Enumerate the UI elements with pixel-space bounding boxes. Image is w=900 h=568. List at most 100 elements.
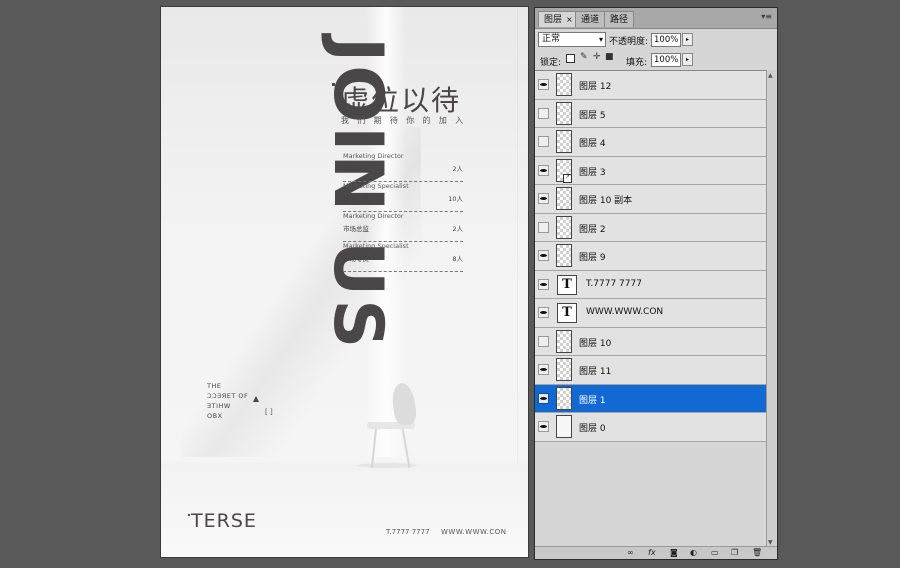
layer-row[interactable]: ↗ 图层 3 — [535, 156, 767, 185]
lock-position-icon[interactable]: ✛ — [593, 52, 601, 62]
mask-icon[interactable]: ◙ — [670, 548, 678, 557]
poster-title: 虚位以待 — [341, 84, 462, 117]
smart-object-icon: ↗ — [563, 173, 572, 183]
scroll-up-icon[interactable]: ▲ — [768, 72, 773, 79]
layer-name[interactable]: 图层 0 — [579, 421, 606, 434]
visibility-toggle[interactable] — [538, 193, 549, 204]
layer-row[interactable]: 图层 9 — [535, 242, 767, 271]
visibility-toggle[interactable] — [538, 364, 549, 375]
tab-channels[interactable]: 通道 — [575, 11, 606, 27]
job-count: 10人 — [448, 195, 463, 203]
side-caption-line: ƎTIHW — [207, 402, 231, 410]
layer-name[interactable]: 图层 2 — [579, 222, 606, 235]
fx-icon[interactable]: fx — [648, 548, 656, 557]
layer-name[interactable]: WWW.WWW.CON — [586, 307, 663, 317]
visibility-toggle[interactable] — [538, 307, 549, 318]
eye-icon — [540, 254, 547, 257]
job-item: Marketing Specialist 市场专员 10人 — [343, 182, 463, 212]
layer-row[interactable]: 图层 11 — [535, 356, 767, 385]
layer-name[interactable]: 图层 5 — [579, 108, 606, 121]
job-title-en: Marketing Specialist — [343, 182, 409, 190]
lock-pixels-icon[interactable]: ✎ — [580, 52, 588, 62]
layer-thumbnail — [556, 358, 572, 381]
layer-thumbnail — [556, 187, 572, 210]
job-count: 2人 — [452, 165, 463, 173]
visibility-toggle[interactable] — [538, 278, 549, 290]
new-layer-icon[interactable]: ❐ — [731, 548, 738, 557]
layer-list: 图层 12 图层 5 图层 4 ↗ 图层 3 图层 10 副本 图层 2 图层 … — [535, 70, 767, 549]
job-title-cn: 市场总监 — [343, 165, 369, 173]
job-item: Marketing Director 市场总监 2人 — [343, 152, 463, 182]
layer-name[interactable]: T.7777 7777 — [586, 279, 642, 289]
visibility-toggle[interactable] — [538, 221, 549, 233]
text-layer-icon: T — [557, 303, 577, 323]
layer-thumbnail — [556, 329, 572, 353]
eye-icon — [540, 368, 547, 371]
document-canvas[interactable]: JOIN US 虚位以待 我们期待你的加入 Marketing Director… — [160, 6, 529, 558]
layer-row[interactable]: 图层 0 — [535, 413, 767, 442]
layer-name[interactable]: 图层 10 — [579, 336, 611, 349]
visibility-toggle[interactable] — [538, 392, 549, 404]
tab-channels-label: 通道 — [581, 15, 600, 25]
job-item: Marketing Director 市场总监 2人 — [343, 212, 463, 242]
visibility-toggle[interactable] — [538, 335, 549, 347]
adjustment-icon[interactable]: ◐ — [690, 548, 697, 557]
opacity-field[interactable]: 100% — [651, 33, 681, 47]
layer-row[interactable]: 图层 10 副本 — [535, 185, 767, 214]
triangle-icon — [253, 396, 259, 402]
layer-row[interactable]: 图层 12 — [535, 71, 767, 100]
layer-name[interactable]: 图层 11 — [579, 364, 611, 377]
lock-transparency-icon[interactable] — [566, 54, 575, 63]
layer-row[interactable]: 图层 5 — [535, 99, 767, 128]
visibility-toggle[interactable] — [538, 421, 549, 432]
footer-phone: T.7777 7777 — [386, 528, 430, 536]
layer-row[interactable]: T T.7777 7777 — [535, 270, 767, 299]
blend-mode-select[interactable]: 正常 ▾ — [538, 32, 606, 47]
layer-name[interactable]: 图层 10 副本 — [579, 193, 632, 206]
footer-website: WWW.WWW.CON — [441, 528, 507, 536]
visibility-toggle[interactable] — [538, 107, 549, 119]
side-caption-line: THE — [207, 382, 222, 390]
job-title-en: Marketing Specialist — [343, 242, 409, 250]
layer-row[interactable]: 图层 10 — [535, 327, 767, 356]
layer-row[interactable]: T WWW.WWW.CON — [535, 299, 767, 328]
layer-name[interactable]: 图层 12 — [579, 79, 611, 92]
title-dot — [332, 83, 335, 86]
layer-thumbnail — [556, 101, 572, 125]
layer-row[interactable]: 图层 4 — [535, 128, 767, 157]
layer-thumbnail — [556, 415, 572, 438]
tab-layers[interactable]: 图层 × — [538, 11, 579, 27]
visibility-toggle[interactable] — [538, 250, 549, 261]
layer-name[interactable]: 图层 4 — [579, 136, 606, 149]
opacity-slider-button[interactable]: ▸ — [682, 33, 693, 46]
fill-field[interactable]: 100% — [651, 53, 681, 67]
blend-mode-value: 正常 — [542, 34, 561, 44]
job-list: Marketing Director 市场总监 2人 Marketing Spe… — [343, 152, 463, 272]
link-icon[interactable]: ∞ — [627, 548, 634, 557]
layer-row[interactable]: 图层 2 — [535, 213, 767, 242]
layer-name[interactable]: 图层 3 — [579, 165, 606, 178]
trash-icon[interactable]: 🗑 — [752, 548, 762, 557]
layers-scrollbar[interactable]: ▲ ▼ — [766, 70, 776, 548]
panel-menu-icon[interactable]: ▾≡ — [761, 12, 772, 21]
eye-icon — [540, 168, 547, 172]
layer-name[interactable]: 图层 9 — [579, 250, 606, 263]
scroll-down-icon[interactable]: ▼ — [768, 539, 773, 546]
side-caption: THE ƆƆƎЯET OF ƎTIHW OBX — [207, 381, 248, 421]
layer-name[interactable]: 图层 1 — [579, 393, 606, 406]
brand-dot — [188, 514, 190, 516]
tab-paths[interactable]: 路径 — [604, 11, 635, 27]
lock-row: 锁定: ✎ ✛ ■ 填充: 100% ▸ — [535, 51, 777, 69]
layer-row-selected[interactable]: 图层 1 — [535, 384, 767, 413]
visibility-toggle[interactable] — [538, 164, 549, 176]
fill-label: 填充: — [626, 58, 648, 68]
visibility-toggle[interactable] — [538, 136, 549, 147]
side-caption-line: ƆƆƎЯET OF — [207, 392, 249, 400]
text-layer-icon: T — [557, 274, 577, 295]
lock-all-icon[interactable]: ■ — [605, 52, 614, 62]
fill-slider-button[interactable]: ▸ — [682, 53, 693, 66]
close-icon[interactable]: × — [566, 15, 573, 24]
visibility-toggle[interactable] — [538, 79, 549, 90]
eye-icon — [540, 425, 547, 428]
folder-icon[interactable]: ▭ — [711, 548, 719, 557]
